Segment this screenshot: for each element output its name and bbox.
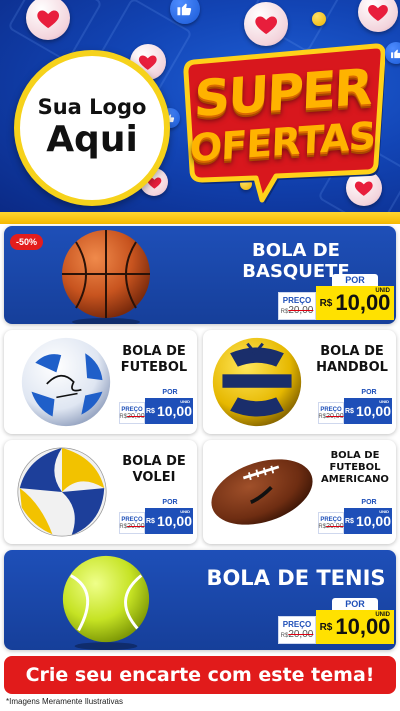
price-tag: PREÇO R$20,00 POR R$ 10,00 UNID [119,388,193,424]
new-price-box: POR R$ 10,00 UNID [145,498,193,534]
thumbs-up-icon [170,0,200,24]
old-price-box: PREÇO R$20,00 [278,292,316,320]
product-name: BOLA DE FUTEBOL [114,344,194,376]
product-name-line3: AMERICANO [321,474,389,485]
product-card-basquete[interactable]: -50% BOLA DE BASQUETE PREÇO R$20,00 POR … [4,226,396,324]
product-card-tenis[interactable]: BOLA DE TENIS PREÇO R$20,00 POR R$ 10,00… [4,550,396,650]
logo-text-line1: Sua Logo [37,95,147,119]
old-price-currency: R$ [119,413,128,420]
product-name: BOLA DE HANDBOL [311,344,393,376]
basketball-image [62,230,150,324]
product-name-line1: BOLA DE [122,344,186,359]
product-name: BOLA DE FUTEBOL AMERICANO [315,450,395,486]
tennis-ball-image [62,555,150,650]
old-price-value: 20,00 [127,522,145,530]
product-card-handbol[interactable]: BOLA DE HANDBOL PREÇO R$20,00 POR R$ 10,… [203,330,396,434]
old-price-box: PREÇO R$20,00 [318,402,344,424]
old-price-box: PREÇO R$20,00 [119,402,145,424]
old-price: R$20,00 [318,413,343,420]
logo-text-line2: Aqui [46,119,138,160]
old-price: R$20,00 [119,413,144,420]
product-name-line1: BOLA DE [320,344,384,359]
product-name-line2: FUTEBOL [329,462,381,473]
por-label: POR [354,388,384,398]
header-banner: Sua Logo Aqui SUPER OFERTAS [0,0,400,212]
old-price-label: PREÇO [282,296,312,305]
super-ofertas-badge: SUPER OFERTAS [180,40,385,204]
old-price-value: 20,00 [127,412,145,420]
old-price: R$20,00 [318,523,343,530]
old-price-currency: R$ [318,523,327,530]
new-price-currency: R$ [319,621,333,633]
new-price-currency: R$ [345,407,354,415]
old-price: R$20,00 [281,629,314,640]
old-price-value: 20,00 [288,629,314,640]
product-card-futebol-americano[interactable]: BOLA DE FUTEBOL AMERICANO PREÇO R$20,00 … [203,440,396,544]
product-name-line1: BOLA DE [330,450,380,461]
unit-label: UNID [180,399,190,404]
american-football-image [211,459,313,525]
new-price-value: 10,00 [156,513,192,529]
price-tag: PREÇO R$20,00 POR R$ 10,00 UNID [278,598,394,644]
product-name: BOLA DE VOLEI [114,454,194,486]
old-price-value: 20,00 [326,412,344,420]
thumbs-up-icon [385,42,400,64]
volleyball-image [17,447,107,537]
logo-placeholder[interactable]: Sua Logo Aqui [14,50,170,206]
unit-label: UNID [375,612,390,618]
new-price-box: POR R$ 10,00 UNID [316,274,394,320]
price-tag: PREÇO R$20,00 POR R$ 10,00 UNID [278,274,394,320]
product-card-futebol[interactable]: BOLA DE FUTEBOL PREÇO R$20,00 POR R$ 10,… [4,330,197,434]
product-name-line2: HANDBOL [316,360,388,375]
old-price-box: PREÇO R$20,00 [278,616,316,644]
footnote: *Imagens Meramente Ilustrativas [6,697,123,706]
old-price-box: PREÇO R$20,00 [119,512,145,534]
old-price-currency: R$ [318,413,327,420]
new-price-value: 10,00 [355,513,391,529]
product-name-line2: FUTEBOL [120,360,188,375]
old-price-value: 20,00 [326,522,344,530]
old-price: R$20,00 [119,523,144,530]
divider-strip [0,212,400,224]
unit-label: UNID [375,288,390,294]
new-price-box: POR R$ 10,00 UNID [344,498,392,534]
price-tag: PREÇO R$20,00 POR R$ 10,00 UNID [119,498,193,534]
por-label: POR [332,274,378,286]
por-label: POR [332,598,378,610]
laughing-emoji-icon [312,12,326,26]
por-label: POR [155,388,185,398]
new-price-box: POR R$ 10,00 UNID [316,598,394,644]
new-price-value: 10,00 [355,403,391,419]
product-name-line2: VOLEI [132,470,176,485]
heart-icon [358,0,398,32]
new-price-currency: R$ [345,517,354,525]
old-price: R$20,00 [281,305,314,316]
product-name-line1: BOLA DE [122,454,186,469]
old-price-value: 20,00 [288,305,314,316]
handball-image [212,337,302,427]
soccer-ball-image [21,337,111,427]
price-tag: PREÇO R$20,00 POR R$ 10,00 UNID [318,388,392,424]
new-price-value: 10,00 [156,403,192,419]
unit-label: UNID [379,509,389,514]
por-label: POR [155,498,185,508]
unit-label: UNID [180,509,190,514]
unit-label: UNID [379,399,389,404]
product-name: BOLA DE TENIS [206,566,386,590]
new-price-currency: R$ [146,517,155,525]
new-price-box: POR R$ 10,00 UNID [145,388,193,424]
product-card-volei[interactable]: BOLA DE VOLEI PREÇO R$20,00 POR R$ 10,00… [4,440,197,544]
new-price-box: POR R$ 10,00 UNID [344,388,392,424]
old-price-currency: R$ [119,523,128,530]
discount-badge: -50% [10,234,44,250]
old-price-box: PREÇO R$20,00 [318,512,344,534]
old-price-label: PREÇO [282,620,312,629]
new-price-currency: R$ [319,297,333,309]
por-label: POR [354,498,384,508]
new-price-currency: R$ [146,407,155,415]
price-tag: PREÇO R$20,00 POR R$ 10,00 UNID [318,498,392,534]
cta-banner[interactable]: Crie seu encarte com este tema! [4,656,396,694]
